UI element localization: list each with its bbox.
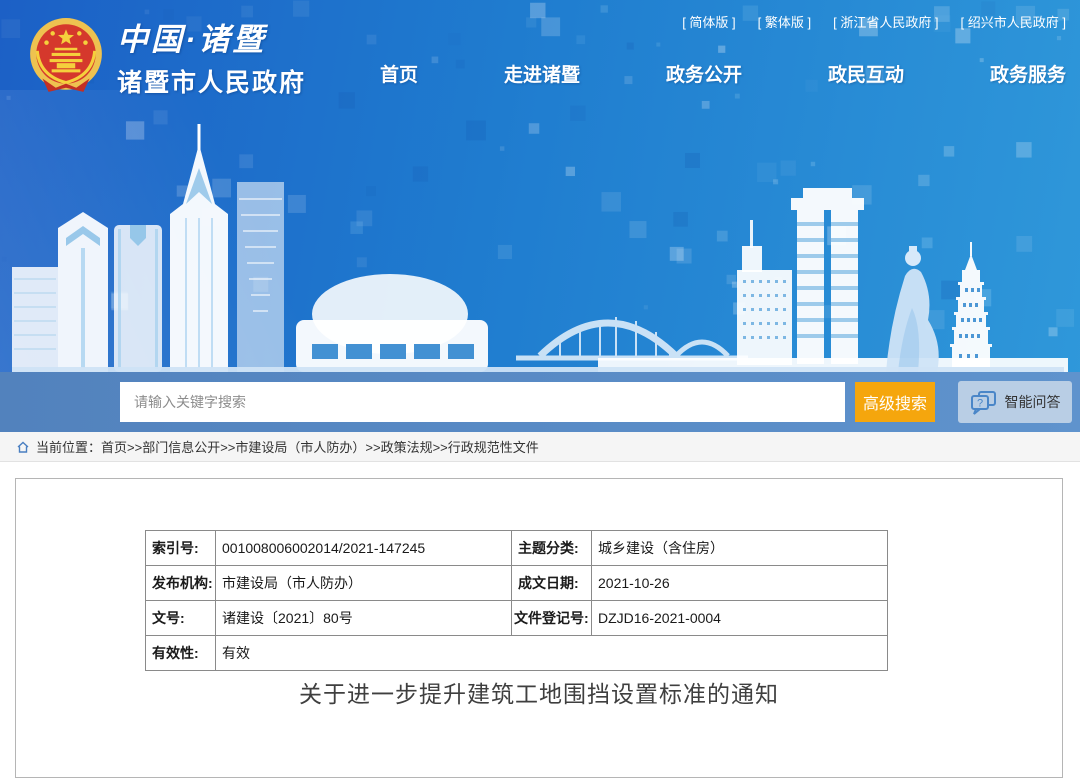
site-logo[interactable]: 中国·诸暨 诸暨市人民政府 [25, 14, 306, 99]
smart-qa-button[interactable]: ? 智能问答 [958, 381, 1072, 423]
field-label-date: 成文日期: [512, 566, 592, 601]
table-row: 文号: 诸建设〔2021〕80号 文件登记号: DZJD16-2021-0004 [146, 601, 888, 636]
logo-brand: 中国·诸暨 [117, 14, 306, 59]
field-label-reg-no: 文件登记号: [512, 601, 592, 636]
nav-public-interaction[interactable]: 政民互动 [828, 60, 904, 87]
chat-question-icon: ? [970, 390, 997, 415]
top-links: [ 简体版 ] [ 繁体版 ] [ 浙江省人民政府 ] [ 绍兴市人民政府 ] [682, 12, 1066, 31]
document-title: 关于进一步提升建筑工地围挡设置标准的通知 [16, 675, 1062, 709]
nav-about-zhuji[interactable]: 走进诸暨 [504, 60, 580, 87]
table-row: 索引号: 001008006002014/2021-147245 主题分类: 城… [146, 531, 888, 566]
search-bar-section: 高级搜索 ? 智能问答 [0, 372, 1080, 432]
field-label-issuer: 发布机构: [146, 566, 216, 601]
document-card: 索引号: 001008006002014/2021-147245 主题分类: 城… [15, 478, 1063, 778]
table-row: 发布机构: 市建设局（市人防办） 成文日期: 2021-10-26 [146, 566, 888, 601]
field-value-date: 2021-10-26 [592, 566, 888, 601]
nav-gov-disclosure[interactable]: 政务公开 [666, 60, 742, 87]
field-label-index-no: 索引号: [146, 531, 216, 566]
field-label-doc-no: 文号: [146, 601, 216, 636]
city-skyline-illustration [0, 108, 1080, 372]
document-meta-table: 索引号: 001008006002014/2021-147245 主题分类: 城… [145, 530, 888, 671]
field-value-issuer: 市建设局（市人防办） [216, 566, 512, 601]
top-link-zhejiang-gov[interactable]: [ 浙江省人民政府 ] [833, 12, 938, 31]
field-value-reg-no: DZJD16-2021-0004 [592, 601, 888, 636]
top-link-simplified[interactable]: [ 简体版 ] [682, 12, 735, 31]
logo-text: 中国·诸暨 诸暨市人民政府 [117, 14, 306, 99]
field-value-doc-no: 诸建设〔2021〕80号 [216, 601, 512, 636]
search-input[interactable] [120, 382, 845, 422]
logo-site-name: 诸暨市人民政府 [117, 63, 306, 99]
nav-gov-services[interactable]: 政务服务 [990, 60, 1066, 87]
field-value-index-no: 001008006002014/2021-147245 [216, 531, 512, 566]
breadcrumb-prefix: 当前位置： [36, 437, 101, 456]
top-link-shaoxing-gov[interactable]: [ 绍兴市人民政府 ] [961, 12, 1066, 31]
main-nav: 首页 走进诸暨 政务公开 政民互动 政务服务 [380, 60, 1066, 87]
hero-section: 中国·诸暨 诸暨市人民政府 [ 简体版 ] [ 繁体版 ] [ 浙江省人民政府 … [0, 0, 1080, 432]
breadcrumb: 当前位置： 首页>>部门信息公开>>市建设局（市人防办）>>政策法规>>行政规范… [0, 432, 1080, 462]
advanced-search-button[interactable]: 高级搜索 [855, 382, 935, 422]
field-label-validity: 有效性: [146, 636, 216, 671]
field-label-topic: 主题分类: [512, 531, 592, 566]
table-row: 有效性: 有效 [146, 636, 888, 671]
top-link-traditional[interactable]: [ 繁体版 ] [758, 12, 811, 31]
national-emblem-icon [25, 16, 107, 98]
nav-home[interactable]: 首页 [380, 60, 418, 87]
breadcrumb-path[interactable]: 首页>>部门信息公开>>市建设局（市人防办）>>政策法规>>行政规范性文件 [101, 437, 539, 456]
field-value-topic: 城乡建设（含住房） [592, 531, 888, 566]
smart-qa-label: 智能问答 [1005, 392, 1061, 412]
svg-text:?: ? [976, 397, 982, 409]
field-value-validity: 有效 [216, 636, 888, 671]
home-icon [16, 440, 30, 454]
